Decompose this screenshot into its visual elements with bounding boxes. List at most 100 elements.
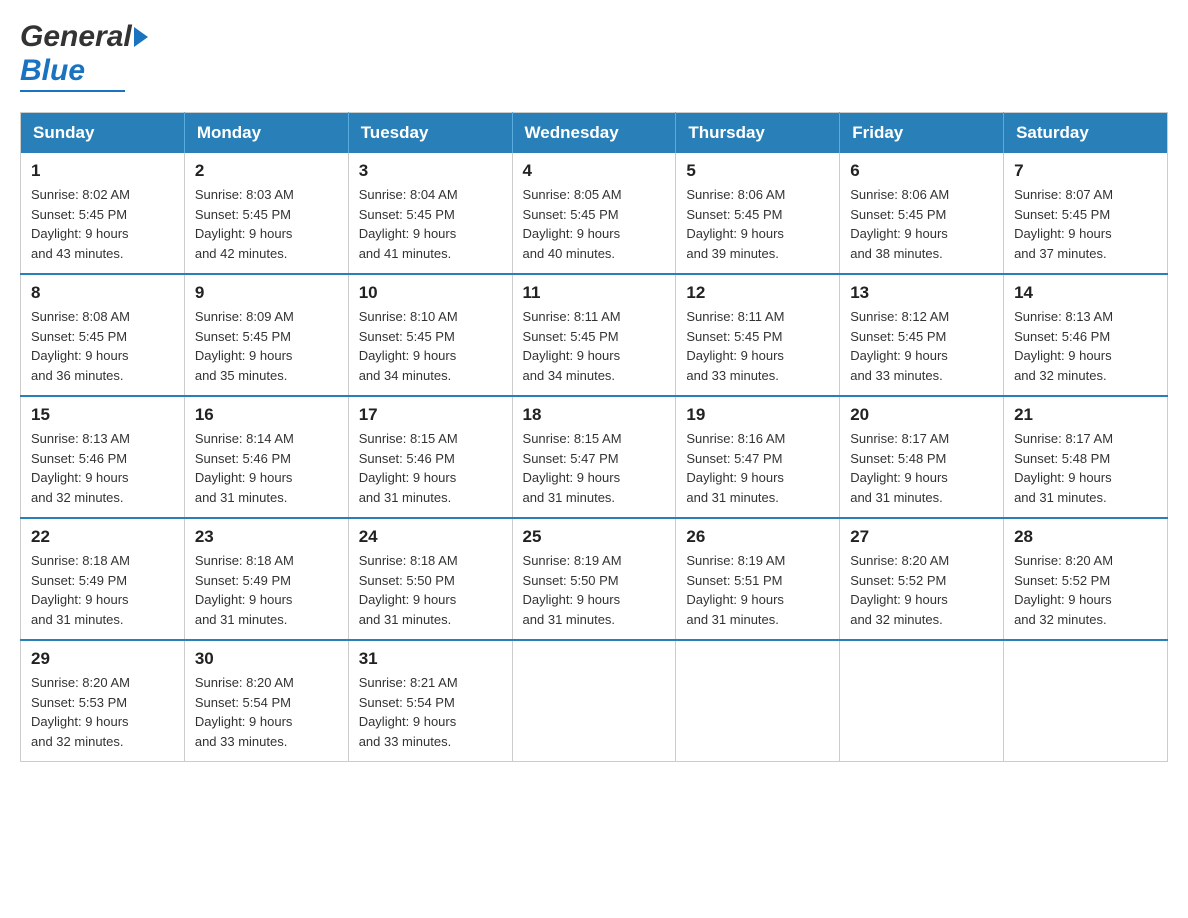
day-info: Sunrise: 8:03 AMSunset: 5:45 PMDaylight:… [195,185,338,263]
day-info: Sunrise: 8:17 AMSunset: 5:48 PMDaylight:… [850,429,993,507]
day-number: 25 [523,527,666,547]
calendar-cell: 31 Sunrise: 8:21 AMSunset: 5:54 PMDayligh… [348,640,512,762]
weekday-header-saturday: Saturday [1004,113,1168,154]
day-info: Sunrise: 8:10 AMSunset: 5:45 PMDaylight:… [359,307,502,385]
calendar-cell: 26 Sunrise: 8:19 AMSunset: 5:51 PMDayligh… [676,518,840,640]
day-number: 3 [359,161,502,181]
weekday-header-friday: Friday [840,113,1004,154]
day-info: Sunrise: 8:04 AMSunset: 5:45 PMDaylight:… [359,185,502,263]
weekday-header-wednesday: Wednesday [512,113,676,154]
day-number: 17 [359,405,502,425]
day-info: Sunrise: 8:13 AMSunset: 5:46 PMDaylight:… [1014,307,1157,385]
page-header: General Blue [20,20,1168,92]
day-number: 26 [686,527,829,547]
weekday-header-monday: Monday [184,113,348,154]
calendar-cell: 28Sunrise: 8:20 AMSunset: 5:52 PMDayligh… [1004,518,1168,640]
calendar-cell: 7 Sunrise: 8:07 AMSunset: 5:45 PMDaylight… [1004,153,1168,274]
day-number: 10 [359,283,502,303]
day-number: 31 [359,649,502,669]
day-number: 15 [31,405,174,425]
day-info: Sunrise: 8:18 AMSunset: 5:50 PMDaylight:… [359,551,502,629]
calendar-cell [676,640,840,762]
day-number: 18 [523,405,666,425]
day-info: Sunrise: 8:02 AMSunset: 5:45 PMDaylight:… [31,185,174,263]
calendar-cell: 4Sunrise: 8:05 AMSunset: 5:45 PMDaylight… [512,153,676,274]
calendar-cell: 5 Sunrise: 8:06 AMSunset: 5:45 PMDaylight… [676,153,840,274]
day-info: Sunrise: 8:20 AMSunset: 5:52 PMDaylight:… [850,551,993,629]
logo-blue-text: Blue [20,54,85,88]
week-row-5: 29 Sunrise: 8:20 AMSunset: 5:53 PMDayligh… [21,640,1168,762]
calendar-cell: 8 Sunrise: 8:08 AMSunset: 5:45 PMDaylight… [21,274,185,396]
calendar-cell: 1Sunrise: 8:02 AMSunset: 5:45 PMDaylight… [21,153,185,274]
day-info: Sunrise: 8:19 AMSunset: 5:51 PMDaylight:… [686,551,829,629]
week-row-3: 15 Sunrise: 8:13 AMSunset: 5:46 PMDayligh… [21,396,1168,518]
day-number: 28 [1014,527,1157,547]
calendar-cell: 17Sunrise: 8:15 AMSunset: 5:46 PMDayligh… [348,396,512,518]
day-number: 24 [359,527,502,547]
calendar-cell: 14Sunrise: 8:13 AMSunset: 5:46 PMDayligh… [1004,274,1168,396]
day-info: Sunrise: 8:11 AMSunset: 5:45 PMDaylight:… [686,307,829,385]
day-number: 30 [195,649,338,669]
calendar-cell: 11 Sunrise: 8:11 AMSunset: 5:45 PMDayligh… [512,274,676,396]
logo-arrow-icon [134,27,148,47]
calendar-cell: 13 Sunrise: 8:12 AMSunset: 5:45 PMDayligh… [840,274,1004,396]
calendar-cell: 2 Sunrise: 8:03 AMSunset: 5:45 PMDaylight… [184,153,348,274]
day-number: 11 [523,283,666,303]
day-info: Sunrise: 8:18 AMSunset: 5:49 PMDaylight:… [195,551,338,629]
calendar-cell: 3 Sunrise: 8:04 AMSunset: 5:45 PMDaylight… [348,153,512,274]
day-info: Sunrise: 8:20 AMSunset: 5:53 PMDaylight:… [31,673,174,751]
day-info: Sunrise: 8:17 AMSunset: 5:48 PMDaylight:… [1014,429,1157,507]
day-info: Sunrise: 8:06 AMSunset: 5:45 PMDaylight:… [850,185,993,263]
calendar-cell: 19Sunrise: 8:16 AMSunset: 5:47 PMDayligh… [676,396,840,518]
logo-underline [20,90,125,92]
week-row-1: 1Sunrise: 8:02 AMSunset: 5:45 PMDaylight… [21,153,1168,274]
day-number: 8 [31,283,174,303]
day-info: Sunrise: 8:06 AMSunset: 5:45 PMDaylight:… [686,185,829,263]
day-number: 29 [31,649,174,669]
logo-general-text: General [20,20,132,54]
day-info: Sunrise: 8:21 AMSunset: 5:54 PMDaylight:… [359,673,502,751]
week-row-2: 8 Sunrise: 8:08 AMSunset: 5:45 PMDaylight… [21,274,1168,396]
day-number: 2 [195,161,338,181]
calendar-cell: 23 Sunrise: 8:18 AMSunset: 5:49 PMDayligh… [184,518,348,640]
day-number: 7 [1014,161,1157,181]
calendar-cell: 6 Sunrise: 8:06 AMSunset: 5:45 PMDaylight… [840,153,1004,274]
day-number: 6 [850,161,993,181]
day-info: Sunrise: 8:20 AMSunset: 5:54 PMDaylight:… [195,673,338,751]
calendar-cell: 30 Sunrise: 8:20 AMSunset: 5:54 PMDayligh… [184,640,348,762]
day-info: Sunrise: 8:13 AMSunset: 5:46 PMDaylight:… [31,429,174,507]
day-number: 12 [686,283,829,303]
calendar-cell: 12 Sunrise: 8:11 AMSunset: 5:45 PMDayligh… [676,274,840,396]
calendar-cell [1004,640,1168,762]
calendar-cell: 24 Sunrise: 8:18 AMSunset: 5:50 PMDayligh… [348,518,512,640]
day-number: 22 [31,527,174,547]
day-info: Sunrise: 8:09 AMSunset: 5:45 PMDaylight:… [195,307,338,385]
day-info: Sunrise: 8:08 AMSunset: 5:45 PMDaylight:… [31,307,174,385]
day-number: 20 [850,405,993,425]
day-number: 27 [850,527,993,547]
weekday-header-tuesday: Tuesday [348,113,512,154]
weekday-header-row: SundayMondayTuesdayWednesdayThursdayFrid… [21,113,1168,154]
day-number: 9 [195,283,338,303]
day-info: Sunrise: 8:11 AMSunset: 5:45 PMDaylight:… [523,307,666,385]
calendar-cell: 22 Sunrise: 8:18 AMSunset: 5:49 PMDayligh… [21,518,185,640]
calendar-cell: 9 Sunrise: 8:09 AMSunset: 5:45 PMDaylight… [184,274,348,396]
day-number: 13 [850,283,993,303]
day-number: 23 [195,527,338,547]
weekday-header-sunday: Sunday [21,113,185,154]
calendar-cell: 16Sunrise: 8:14 AMSunset: 5:46 PMDayligh… [184,396,348,518]
day-number: 4 [523,161,666,181]
calendar-cell: 29 Sunrise: 8:20 AMSunset: 5:53 PMDayligh… [21,640,185,762]
day-info: Sunrise: 8:15 AMSunset: 5:47 PMDaylight:… [523,429,666,507]
calendar-cell [512,640,676,762]
calendar-cell: 27 Sunrise: 8:20 AMSunset: 5:52 PMDayligh… [840,518,1004,640]
day-info: Sunrise: 8:12 AMSunset: 5:45 PMDaylight:… [850,307,993,385]
week-row-4: 22 Sunrise: 8:18 AMSunset: 5:49 PMDayligh… [21,518,1168,640]
day-info: Sunrise: 8:07 AMSunset: 5:45 PMDaylight:… [1014,185,1157,263]
day-info: Sunrise: 8:18 AMSunset: 5:49 PMDaylight:… [31,551,174,629]
day-number: 19 [686,405,829,425]
day-number: 21 [1014,405,1157,425]
day-number: 5 [686,161,829,181]
calendar-cell: 20 Sunrise: 8:17 AMSunset: 5:48 PMDayligh… [840,396,1004,518]
calendar-cell: 15 Sunrise: 8:13 AMSunset: 5:46 PMDayligh… [21,396,185,518]
